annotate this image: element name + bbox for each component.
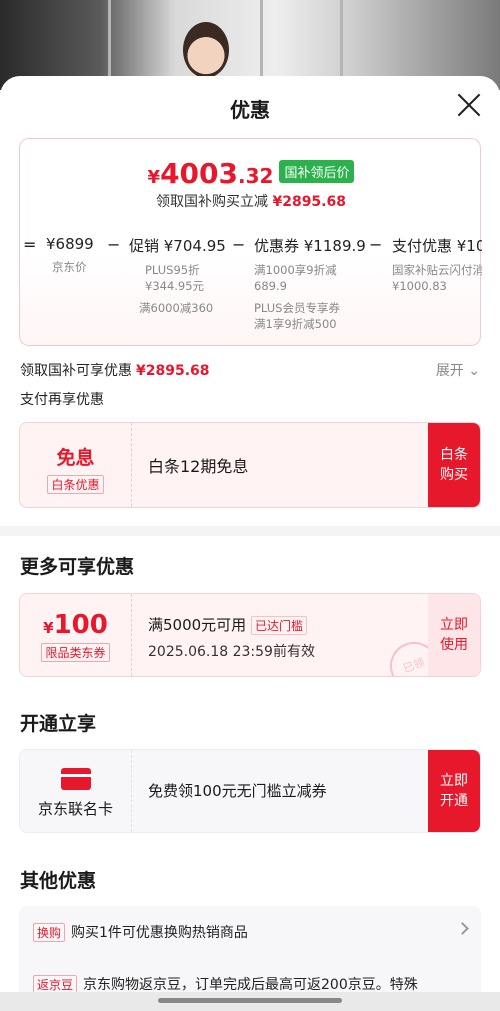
cobrand-desc: 免费领100元无门槛立减券 xyxy=(148,782,327,800)
btn-line: 白条 xyxy=(440,447,468,463)
expand-button[interactable]: 展开 ⌄ xyxy=(436,360,480,380)
currency-symbol: ¥ xyxy=(147,167,161,188)
person-photo xyxy=(183,22,229,78)
coupon-info: 满5000元可用 已达门槛 2025.06.18 23:59前有效 xyxy=(148,614,315,661)
open-heading: 开通立享 xyxy=(20,713,97,735)
promo-value: 促销 ¥704.95 xyxy=(129,237,226,255)
coupon-condition: 满5000元可用 xyxy=(148,616,247,634)
coupon-note: 满1000享9折减 xyxy=(254,263,337,277)
coupon-badge: 限品类东券 xyxy=(41,643,110,662)
use-now-button[interactable]: 立即 使用 xyxy=(428,594,480,676)
other-heading: 其他优惠 xyxy=(20,870,97,892)
price-card: ¥4003.32 国补领后价 领取国补购买立减 ¥2895.68 = ¥6899 … xyxy=(19,138,482,346)
coupon-amount: ¥100 xyxy=(20,610,131,640)
formula-pay: 支付优惠 ¥10 国家补贴云闪付消 ¥1000.83 xyxy=(392,235,482,294)
exchange-text: 购买1件可优惠换购热销商品 xyxy=(71,925,248,941)
threshold-tag: 已达门槛 xyxy=(250,616,307,635)
home-indicator[interactable] xyxy=(158,998,342,1003)
other-row-jingdou: 返京豆 京东购物返京豆，订单完成后最高可返200京豆。特殊 xyxy=(33,974,418,994)
formula-jd-price: ¥6899 京东价 xyxy=(46,235,94,275)
minus-sign: − xyxy=(107,235,121,254)
final-price: ¥4003.32 国补领后价 xyxy=(20,157,482,190)
baitiao-left: 免息 白条优惠 xyxy=(20,423,132,507)
exchange-label: 换购 xyxy=(33,923,66,942)
formula-coupon: 优惠券 ¥1189.9 满1000享9折减 689.9 PLUS会员专享券 满1… xyxy=(254,235,366,332)
coupon-yen: ¥ xyxy=(43,619,54,637)
equals-sign: = xyxy=(23,235,37,254)
discount-sheet: 优惠 ¥4003.32 国补领后价 领取国补购买立减 ¥2895.68 = ¥68… xyxy=(0,76,500,1011)
promo-note: 满6000减360 xyxy=(139,301,214,315)
coupon-value: 优惠券 ¥1189.9 xyxy=(254,237,366,255)
section-divider xyxy=(0,526,500,536)
price-decimal: .32 xyxy=(238,164,274,188)
pay-note: 国家补贴云闪付消 xyxy=(392,263,482,277)
price-integer: 4003 xyxy=(160,157,238,190)
more-heading: 更多可享优惠 xyxy=(20,556,135,578)
pay-discount-value: 支付优惠 ¥10 xyxy=(392,237,482,255)
subsidy-text: 领取国补购买立减 xyxy=(156,194,269,210)
jd-price-value: ¥6899 xyxy=(46,235,94,253)
btn-line: 使用 xyxy=(440,637,468,653)
minus-sign: − xyxy=(369,235,383,254)
btn-line: 立即 xyxy=(440,773,468,789)
subsidy-line: 领取国补购买立减 ¥2895.68 xyxy=(20,191,482,211)
btn-line: 立即 xyxy=(440,617,468,633)
pay-again-label: 支付再享优惠 xyxy=(20,392,104,408)
claim-amount: ¥2895.68 xyxy=(136,363,210,379)
price-formula: = ¥6899 京东价 − 促销 ¥704.95 PLUS95折 ¥344.95… xyxy=(20,235,482,345)
chevron-right-icon[interactable] xyxy=(456,922,469,935)
open-now-button[interactable]: 立即 开通 xyxy=(428,750,480,832)
promo-note: ¥344.95元 xyxy=(145,279,205,293)
cobrand-card: 京东联名卡 免费领100元无门槛立减券 立即开通 xyxy=(19,749,481,833)
coupon-note: 满1享9折减500 xyxy=(254,317,337,331)
baitiao-desc: 白条12期免息 xyxy=(148,457,249,476)
close-icon[interactable] xyxy=(456,92,482,118)
minus-sign: − xyxy=(232,235,246,254)
other-row-exchange[interactable]: 换购 购买1件可优惠换购热销商品 xyxy=(33,922,248,942)
formula-promo: 促销 ¥704.95 PLUS95折 ¥344.95元 满6000减360 xyxy=(129,235,226,316)
baitiao-title: 免息 xyxy=(56,447,95,469)
coupon-value: 100 xyxy=(53,610,108,640)
cobrand-left: 京东联名卡 xyxy=(20,750,132,832)
subsidy-price-tag: 国补领后价 xyxy=(279,160,355,183)
btn-line: 开通 xyxy=(440,793,468,809)
coupon-note: 689.9 xyxy=(254,279,287,293)
baitiao-badge: 白条优惠 xyxy=(47,475,104,494)
claim-text: 领取国补可享优惠 xyxy=(20,363,132,379)
home-indicator-bar xyxy=(0,992,500,1011)
credit-card-icon xyxy=(60,768,91,790)
baitiao-buy-button[interactable]: 白条 购买 xyxy=(428,423,480,507)
sheet-title: 优惠 xyxy=(230,98,270,122)
pay-note: ¥1000.83 xyxy=(392,279,447,293)
claim-row: 领取国补可享优惠 ¥2895.68 xyxy=(20,360,210,380)
cobrand-card-name: 京东联名卡 xyxy=(37,800,113,818)
promo-note: PLUS95折 xyxy=(145,263,200,277)
jd-price-label: 京东价 xyxy=(52,260,87,274)
btn-line: 购买 xyxy=(440,467,468,483)
subsidy-amount: ¥2895.68 xyxy=(272,194,346,210)
coupon-expiry: 2025.06.18 23:59前有效 xyxy=(148,644,315,660)
jingdou-text: 京东购物返京豆，订单完成后最高可返200京豆。特殊 xyxy=(83,977,418,993)
baitiao-card: 免息 白条优惠 白条12期免息 白条购买 xyxy=(19,422,481,508)
coupon-left: ¥100 限品类东券 xyxy=(20,594,132,676)
jd-coupon-card: ¥100 限品类东券 满5000元可用 已达门槛 2025.06.18 23:5… xyxy=(19,593,481,677)
coupon-note: PLUS会员专享券 xyxy=(254,301,340,315)
